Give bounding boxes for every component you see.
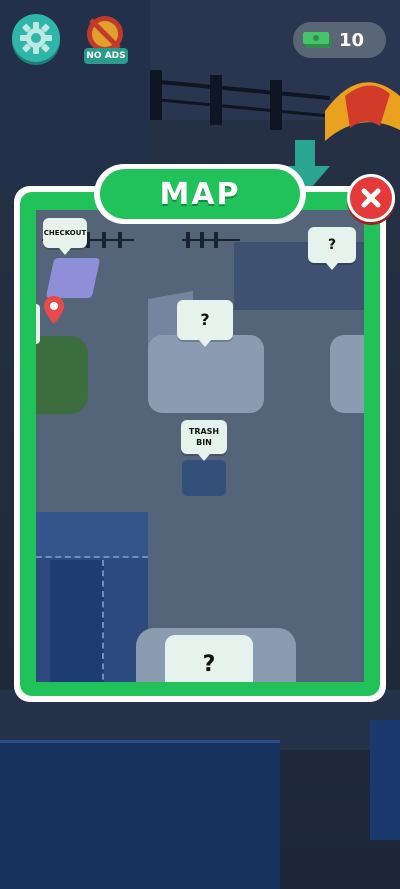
map-zone	[330, 335, 364, 413]
fence-graphic	[150, 70, 330, 130]
gear-icon	[20, 22, 52, 54]
map-title-tab: MAP	[100, 169, 300, 219]
trash-bin-label: TRASH BIN	[181, 420, 227, 461]
checkout-label: CHECKOUT	[43, 218, 87, 255]
cash-counter: 10	[293, 22, 386, 58]
checkout-zone	[45, 258, 101, 298]
map-zone	[36, 336, 88, 414]
fence-graphic	[182, 232, 240, 248]
umbrella-graphic	[325, 82, 400, 141]
cash-stack-icon	[303, 32, 331, 48]
unknown-location-label: ?	[308, 227, 356, 270]
unknown-location-label: ?	[165, 635, 253, 682]
trash-bin-zone	[182, 460, 226, 496]
map-title: MAP	[159, 176, 241, 212]
counter-zone	[36, 512, 148, 558]
trash-bin-label-line2: BIN	[196, 438, 212, 447]
cash-value: 10	[339, 29, 365, 51]
counter-block	[370, 720, 400, 840]
map-view[interactable]: CHECKOUT ? ? TRASH BIN ?	[36, 210, 364, 682]
close-button[interactable]	[347, 174, 395, 222]
trash-bin-label-line1: TRASH	[188, 427, 220, 436]
map-marker-card	[36, 304, 40, 344]
location-pin-icon	[44, 296, 64, 324]
close-icon	[361, 188, 381, 208]
no-ads-label: NO ADS	[84, 48, 128, 64]
unknown-location-label: ?	[177, 300, 233, 347]
counter-zone	[50, 560, 104, 682]
counter-block	[0, 740, 280, 889]
settings-button[interactable]	[12, 14, 60, 62]
